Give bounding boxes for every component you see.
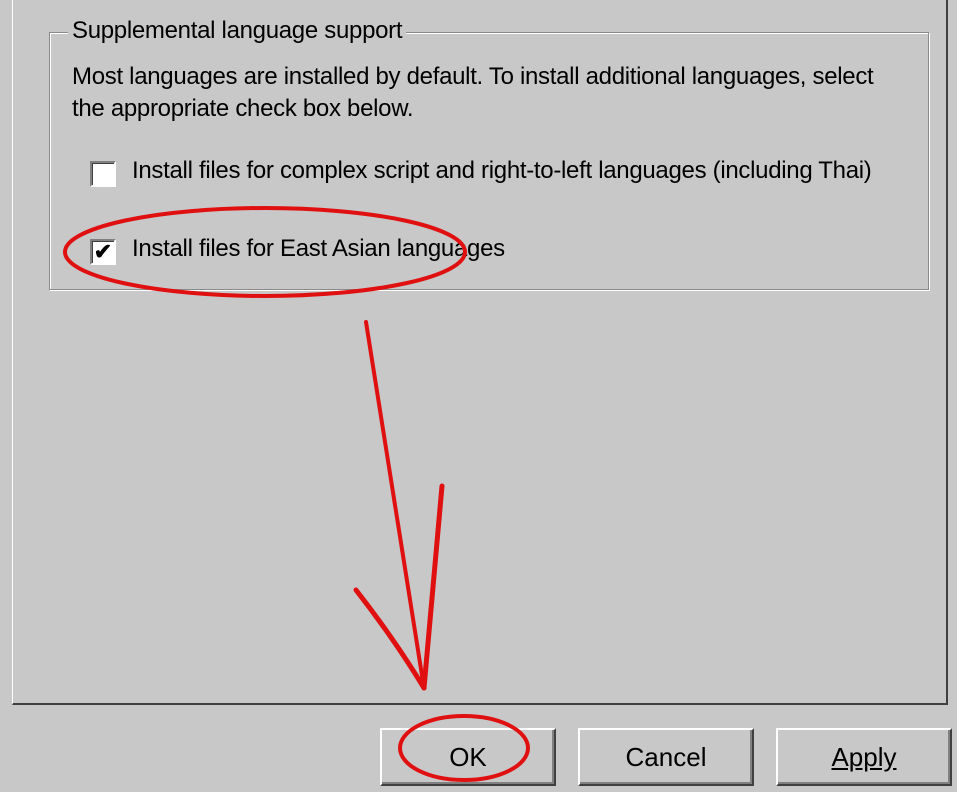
supplemental-language-support-group: Supplemental language support Most langu… [49, 17, 929, 290]
ok-button[interactable]: OK [380, 728, 556, 786]
languages-tab-panel: Supplemental language support Most langu… [12, 0, 948, 705]
east-asian-label[interactable]: Install files for East Asian languages [132, 233, 892, 265]
complex-script-option[interactable]: Install files for complex script and rig… [90, 155, 892, 187]
complex-script-checkbox[interactable] [90, 161, 116, 187]
group-description: Most languages are installed by default.… [72, 63, 874, 122]
cancel-button[interactable]: Cancel [578, 728, 754, 786]
regional-language-options-dialog: Supplemental language support Most langu… [0, 0, 957, 792]
apply-button-label: Apply [831, 741, 897, 772]
cancel-button-label: Cancel [625, 741, 707, 772]
checkmark-icon: ✔ [93, 239, 113, 264]
apply-button[interactable]: Apply [776, 728, 952, 786]
east-asian-option[interactable]: ✔ Install files for East Asian languages [90, 233, 892, 265]
complex-script-label[interactable]: Install files for complex script and rig… [132, 155, 892, 187]
group-title: Supplemental language support [68, 17, 407, 45]
east-asian-checkbox[interactable]: ✔ [90, 239, 116, 265]
ok-button-label: OK [449, 741, 487, 772]
